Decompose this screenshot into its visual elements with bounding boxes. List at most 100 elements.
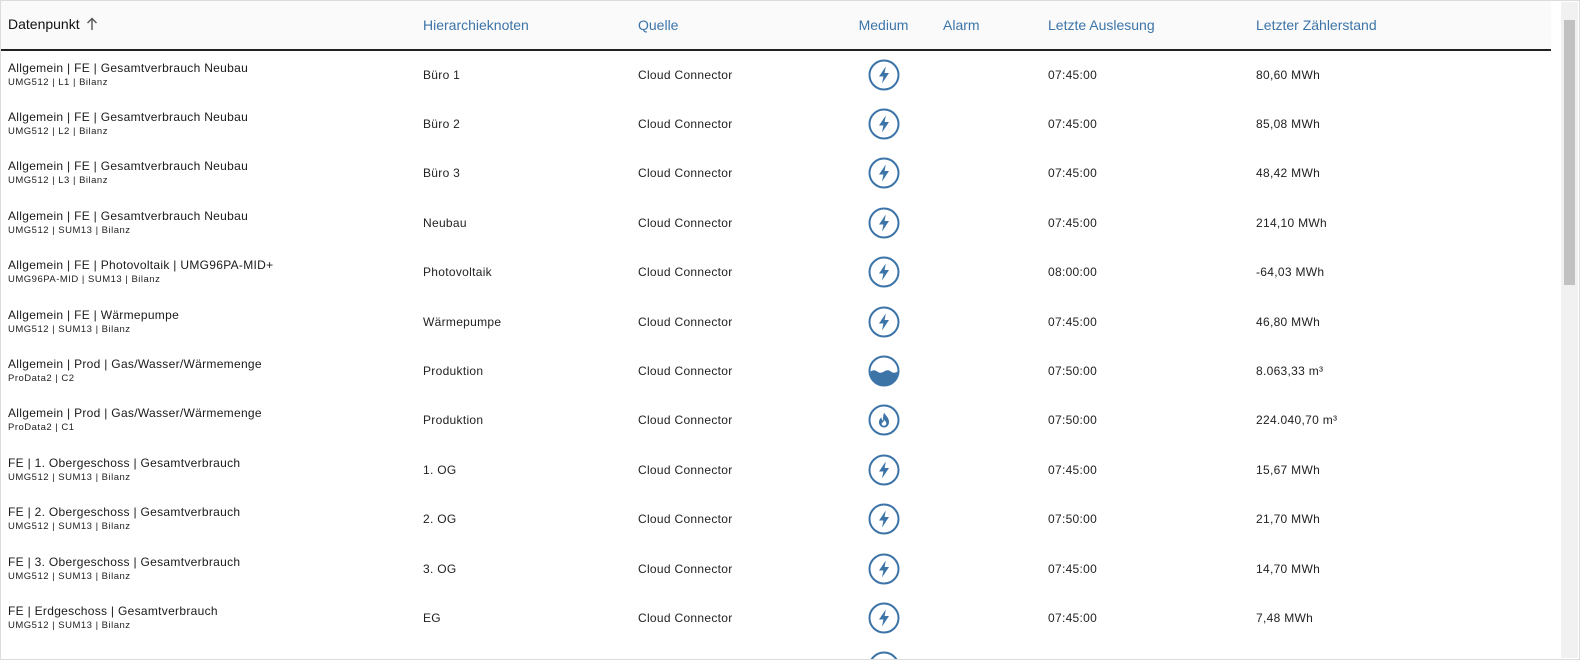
cell-datenpunkt: Allgemein | FE | Wärmepumpe UMG512 | SUM1…: [1, 297, 416, 346]
column-header-quelle[interactable]: Quelle: [631, 1, 831, 51]
scrollbar-thumb[interactable]: [1564, 20, 1575, 285]
cell-alarm: [936, 593, 1041, 642]
cell-letzter-zaehlerstand: [1249, 643, 1551, 659]
cell-quelle: Cloud Connector: [631, 149, 831, 198]
datenpunkt-title: FE | Erdgeschoss | Gesamtverbrauch: [8, 603, 218, 618]
table-row[interactable]: FE | Erdgeschoss | Gesamtverbrauch UMG512…: [1, 593, 1551, 642]
cell-quelle: Cloud Connector: [631, 99, 831, 148]
cell-hierarchieknoten: 3. OG: [416, 544, 631, 593]
table-row[interactable]: Allgemein | Prod | Gas/Wasser/Wärmemenge…: [1, 396, 1551, 445]
datenpunkt-title: Allgemein | FE | Wärmepumpe: [8, 307, 180, 322]
cell-letzte-auslesung: 07:45:00: [1041, 593, 1249, 642]
electricity-icon: [868, 503, 900, 535]
column-header-label: Medium: [858, 17, 909, 33]
cell-letzte-auslesung: 07:45:00: [1041, 99, 1249, 148]
cell-letzter-zaehlerstand: 14,70 MWh: [1249, 544, 1551, 593]
electricity-icon: [868, 256, 900, 288]
datenpunkt-subtitle: UMG512 | L2 | Bilanz: [8, 126, 108, 138]
cell-hierarchieknoten-value: Büro 3: [423, 166, 461, 181]
cell-alarm: [936, 445, 1041, 494]
cell-letzter-zaehlerstand-value: 21,70 MWh: [1256, 512, 1321, 527]
table-row[interactable]: FE | 2. Obergeschoss | Gesamtverbrauch UM…: [1, 495, 1551, 544]
cell-letzte-auslesung: [1041, 643, 1249, 659]
cell-letzter-zaehlerstand-value: 214,10 MWh: [1256, 215, 1328, 230]
cell-hierarchieknoten: [416, 643, 631, 659]
cell-letzter-zaehlerstand-value: 48,42 MWh: [1256, 166, 1321, 181]
cell-letzte-auslesung-value: 07:50:00: [1048, 413, 1098, 428]
cell-letzter-zaehlerstand-value: 224.040,70 m³: [1256, 413, 1338, 428]
cell-hierarchieknoten: Produktion: [416, 346, 631, 395]
cell-hierarchieknoten-value: Produktion: [423, 364, 484, 379]
cell-hierarchieknoten: Büro 1: [416, 50, 631, 99]
column-header-medium[interactable]: Medium: [831, 1, 936, 51]
cell-quelle: Cloud Connector: [631, 495, 831, 544]
cell-letzter-zaehlerstand: 85,08 MWh: [1249, 99, 1551, 148]
vertical-scrollbar[interactable]: [1561, 2, 1578, 658]
cell-letzter-zaehlerstand: 214,10 MWh: [1249, 198, 1551, 247]
table-row[interactable]: Allgemein | FE | Gesamtverbrauch Neubau U…: [1, 149, 1551, 198]
cell-letzter-zaehlerstand-value: 80,60 MWh: [1256, 68, 1321, 83]
table-row[interactable]: Allgemein | FE | Photovoltaik | UMG96PA-…: [1, 248, 1551, 297]
electricity-icon: [868, 306, 900, 338]
electricity-icon: [868, 553, 900, 585]
table-row[interactable]: FE | 3. Obergeschoss | Gesamtverbrauch UM…: [1, 544, 1551, 593]
cell-hierarchieknoten-value: Büro 1: [423, 68, 461, 83]
table-row[interactable]: FE | Gesamtverbrauch alte Entwicklung: [1, 643, 1551, 659]
cell-quelle-value: Cloud Connector: [638, 68, 733, 83]
cell-letzte-auslesung-value: 07:45:00: [1048, 166, 1098, 181]
cell-hierarchieknoten: Neubau: [416, 198, 631, 247]
cell-letzter-zaehlerstand: 46,80 MWh: [1249, 297, 1551, 346]
cell-quelle: Cloud Connector: [631, 445, 831, 494]
cell-alarm: [936, 297, 1041, 346]
table-row[interactable]: Allgemein | FE | Gesamtverbrauch Neubau U…: [1, 50, 1551, 99]
cell-medium: [831, 445, 936, 494]
cell-hierarchieknoten-value: 1. OG: [423, 462, 457, 477]
table-row[interactable]: Allgemein | Prod | Gas/Wasser/Wärmemenge…: [1, 346, 1551, 395]
cell-quelle: Cloud Connector: [631, 346, 831, 395]
cell-hierarchieknoten: Büro 3: [416, 149, 631, 198]
cell-letzte-auslesung-value: 07:45:00: [1048, 561, 1098, 576]
cell-quelle: Cloud Connector: [631, 198, 831, 247]
sort-ascending-icon[interactable]: [86, 17, 98, 34]
cell-medium: [831, 198, 936, 247]
datenpunkt-title: Allgemein | Prod | Gas/Wasser/Wärmemenge: [8, 357, 262, 372]
cell-hierarchieknoten: 2. OG: [416, 495, 631, 544]
column-header-hierarchie[interactable]: Hierarchieknoten: [416, 1, 631, 51]
cell-letzter-zaehlerstand-value: 14,70 MWh: [1256, 561, 1321, 576]
column-header-auslesung[interactable]: Letzte Auslesung: [1041, 1, 1249, 51]
cell-letzte-auslesung-value: 07:50:00: [1048, 512, 1098, 527]
table-row[interactable]: Allgemein | FE | Wärmepumpe UMG512 | SUM1…: [1, 297, 1551, 346]
datenpunkt-subtitle: UMG512 | L3 | Bilanz: [8, 175, 108, 187]
table-row[interactable]: Allgemein | FE | Gesamtverbrauch Neubau U…: [1, 198, 1551, 247]
cell-letzte-auslesung: 07:45:00: [1041, 149, 1249, 198]
gas-flame-icon: [868, 404, 900, 436]
column-header-alarm[interactable]: Alarm: [936, 1, 1041, 51]
column-header-zaehlerstand[interactable]: Letzter Zählerstand: [1249, 1, 1551, 51]
cell-datenpunkt: Allgemein | Prod | Gas/Wasser/Wärmemenge…: [1, 346, 416, 395]
cell-datenpunkt: Allgemein | Prod | Gas/Wasser/Wärmemenge…: [1, 396, 416, 445]
table-scroll-area[interactable]: Datenpunkt Hierarchieknoten Quelle Medium Al…: [1, 1, 1551, 659]
cell-letzter-zaehlerstand-value: -64,03 MWh: [1256, 265, 1325, 280]
cell-alarm: [936, 248, 1041, 297]
cell-medium: [831, 248, 936, 297]
column-header-label: Hierarchieknoten: [423, 17, 529, 33]
cell-datenpunkt: Allgemein | FE | Gesamtverbrauch Neubau U…: [1, 149, 416, 198]
cell-letzte-auslesung-value: 08:00:00: [1048, 265, 1098, 280]
cell-letzter-zaehlerstand: 224.040,70 m³: [1249, 396, 1551, 445]
column-header-datenpunkt[interactable]: Datenpunkt: [1, 1, 416, 51]
cell-alarm: [936, 643, 1041, 659]
table-row[interactable]: FE | 1. Obergeschoss | Gesamtverbrauch UM…: [1, 445, 1551, 494]
datenpunkt-title: Allgemein | FE | Gesamtverbrauch Neubau: [8, 159, 249, 174]
cell-hierarchieknoten-value: Photovoltaik: [423, 265, 492, 280]
datenpunkt-subtitle: UMG512 | SUM13 | Bilanz: [8, 471, 131, 483]
cell-letzte-auslesung: 07:50:00: [1041, 495, 1249, 544]
cell-hierarchieknoten-value: Neubau: [423, 215, 467, 230]
electricity-icon: [868, 59, 900, 91]
datenpunkt-title: Allgemein | FE | Gesamtverbrauch Neubau: [8, 208, 249, 223]
cell-quelle: [631, 643, 831, 659]
datenpunkt-title: FE | 1. Obergeschoss | Gesamtverbrauch: [8, 455, 241, 470]
table-row[interactable]: Allgemein | FE | Gesamtverbrauch Neubau U…: [1, 99, 1551, 148]
cell-alarm: [936, 396, 1041, 445]
cell-datenpunkt: FE | 3. Obergeschoss | Gesamtverbrauch UM…: [1, 544, 416, 593]
electricity-icon: [868, 602, 900, 634]
